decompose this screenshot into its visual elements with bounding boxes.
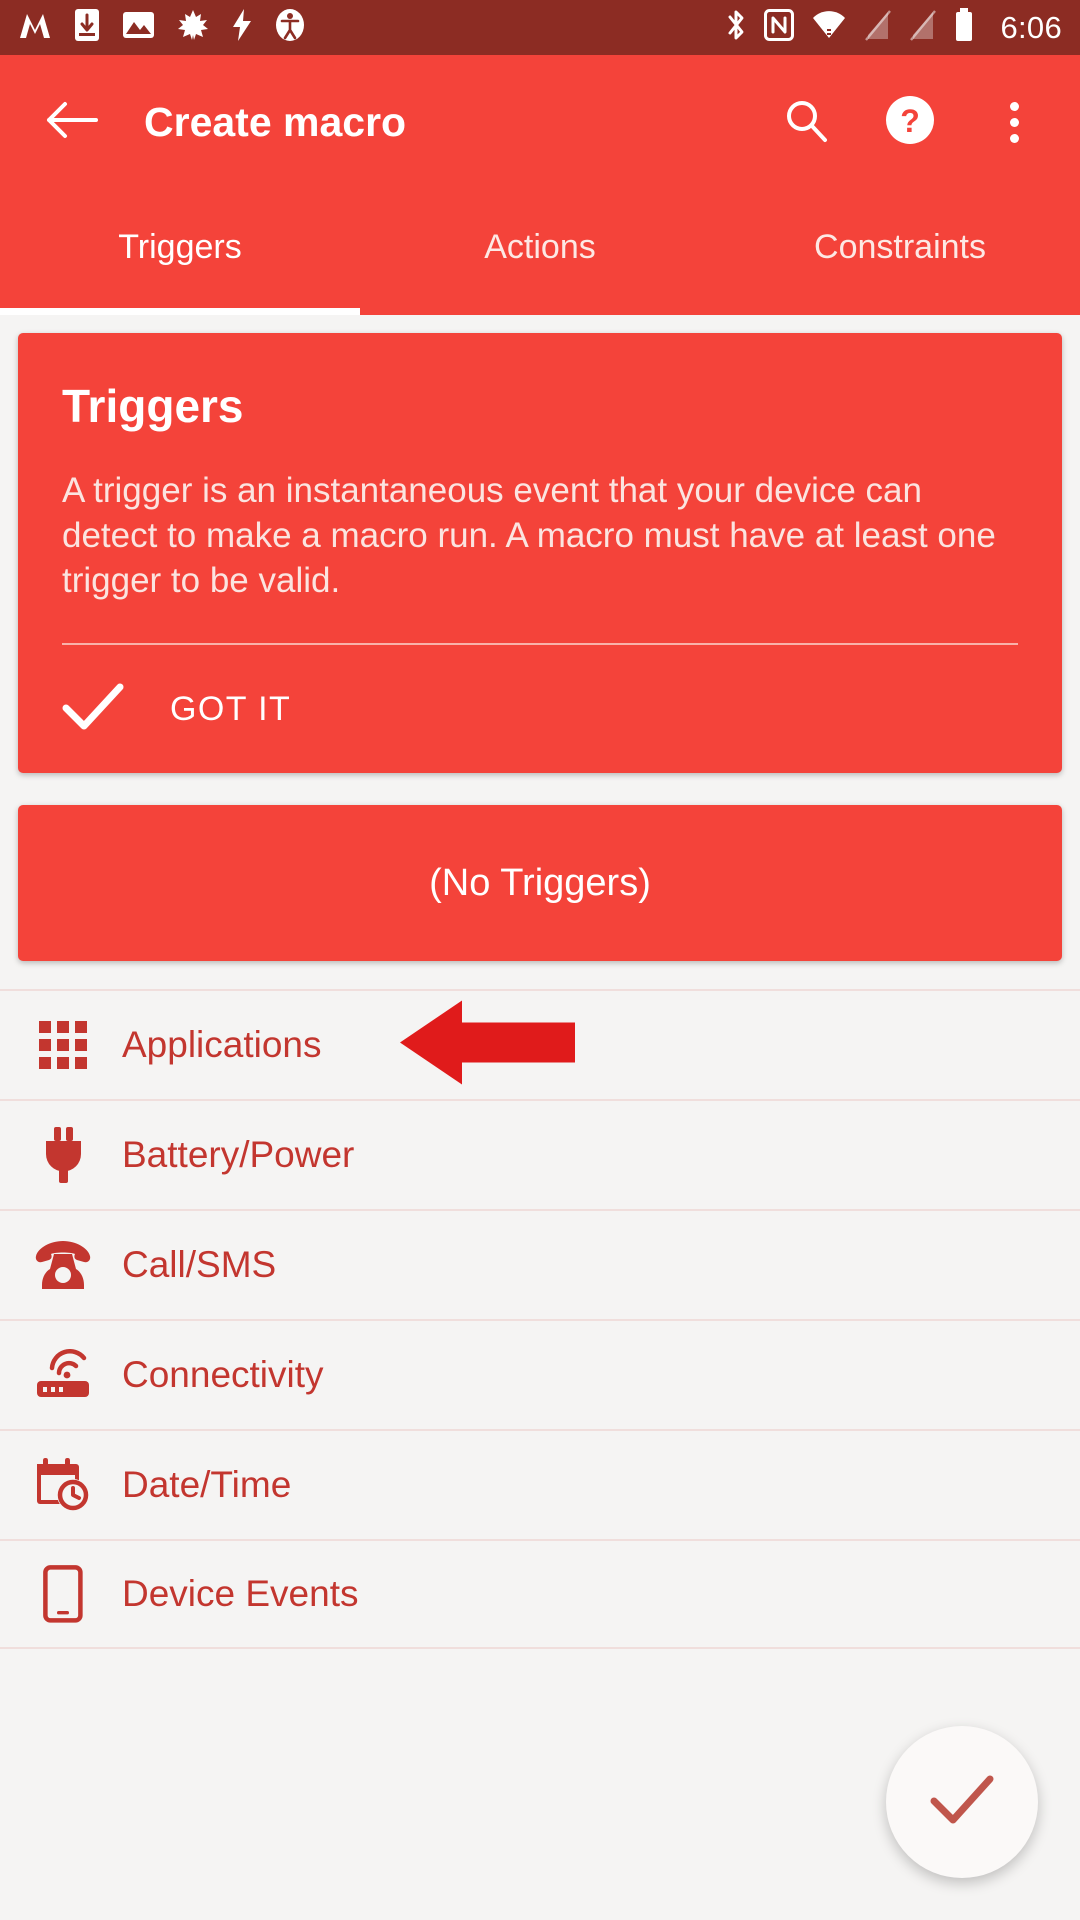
nfc-icon [764,9,795,46]
trigger-category-list: Applications Battery/Power Call/SMS Conn… [0,989,1080,1650]
check-icon [62,682,124,737]
router-wifi-icon [32,1344,94,1406]
overflow-menu-button[interactable] [984,93,1044,153]
monotype-m-icon [18,10,52,45]
app-bar: Create macro ? [0,55,1080,190]
list-item-label: Call/SMS [122,1244,277,1286]
list-item-applications[interactable]: Applications [0,989,1080,1100]
tab-constraints-label: Constraints [814,228,986,266]
power-plug-icon [32,1124,94,1186]
sim2-no-signal-icon [909,9,937,46]
list-item-battery-power[interactable]: Battery/Power [0,1099,1080,1210]
no-triggers-button[interactable]: (No Triggers) [18,805,1062,962]
list-item-label: Device Events [122,1573,359,1615]
got-it-button[interactable]: GOT IT [62,645,1018,773]
info-card-body: A trigger is an instantaneous event that… [62,471,996,600]
triggers-info-card: Triggers A trigger is an instantaneous e… [18,333,1062,774]
svg-text:?: ? [900,103,920,139]
sim1-no-signal-icon [864,9,892,46]
list-item-label: Battery/Power [122,1134,355,1176]
annotation-arrow-icon [400,997,575,1094]
search-icon [782,96,830,149]
list-item-label: Applications [122,1024,322,1066]
info-card-title: Triggers [62,380,244,432]
tab-constraints[interactable]: Constraints [720,190,1080,315]
status-bar-right-icons: 6:06 [725,8,1062,47]
status-bar-left-icons [18,8,305,47]
telephone-icon [32,1234,94,1296]
battery-icon [954,8,974,47]
status-bar-clock: 6:06 [1000,9,1062,45]
help-button[interactable]: ? [880,93,940,153]
calendar-clock-icon [32,1454,94,1516]
status-bar: 6:06 [0,0,1080,55]
list-item-connectivity[interactable]: Connectivity [0,1319,1080,1430]
tab-actions[interactable]: Actions [360,190,720,315]
list-item-label: Date/Time [122,1464,292,1506]
confirm-fab[interactable] [886,1726,1038,1878]
got-it-label: GOT IT [170,689,292,728]
list-item-date-time[interactable]: Date/Time [0,1429,1080,1540]
download-to-phone-icon [74,8,100,47]
tab-bar: Triggers Actions Constraints [0,190,1080,315]
list-item-label: Connectivity [122,1354,324,1396]
back-arrow-icon [46,99,98,146]
wifi-icon [811,10,847,45]
flash-bolt-icon [231,8,253,47]
accessibility-icon [275,8,305,47]
check-icon [929,1773,995,1832]
main-content: Triggers A trigger is an instantaneous e… [0,315,1080,1920]
list-item-call-sms[interactable]: Call/SMS [0,1209,1080,1320]
list-item-device-events[interactable]: Device Events [0,1539,1080,1650]
maple-leaf-icon [177,9,209,46]
tab-triggers-label: Triggers [118,228,242,266]
search-button[interactable] [776,93,836,153]
back-button[interactable] [40,91,104,155]
bluetooth-icon [725,8,747,47]
page-title: Create macro [144,99,407,145]
help-circle-icon: ? [884,94,936,151]
tab-actions-label: Actions [484,228,596,266]
overflow-menu-icon [1009,102,1019,111]
tab-triggers[interactable]: Triggers [0,190,360,315]
app-bar-actions: ? [776,93,1044,153]
screenshot-image-icon [122,10,155,45]
no-triggers-label: (No Triggers) [429,861,651,904]
apps-grid-icon [32,1014,94,1076]
smartphone-icon [32,1563,94,1625]
